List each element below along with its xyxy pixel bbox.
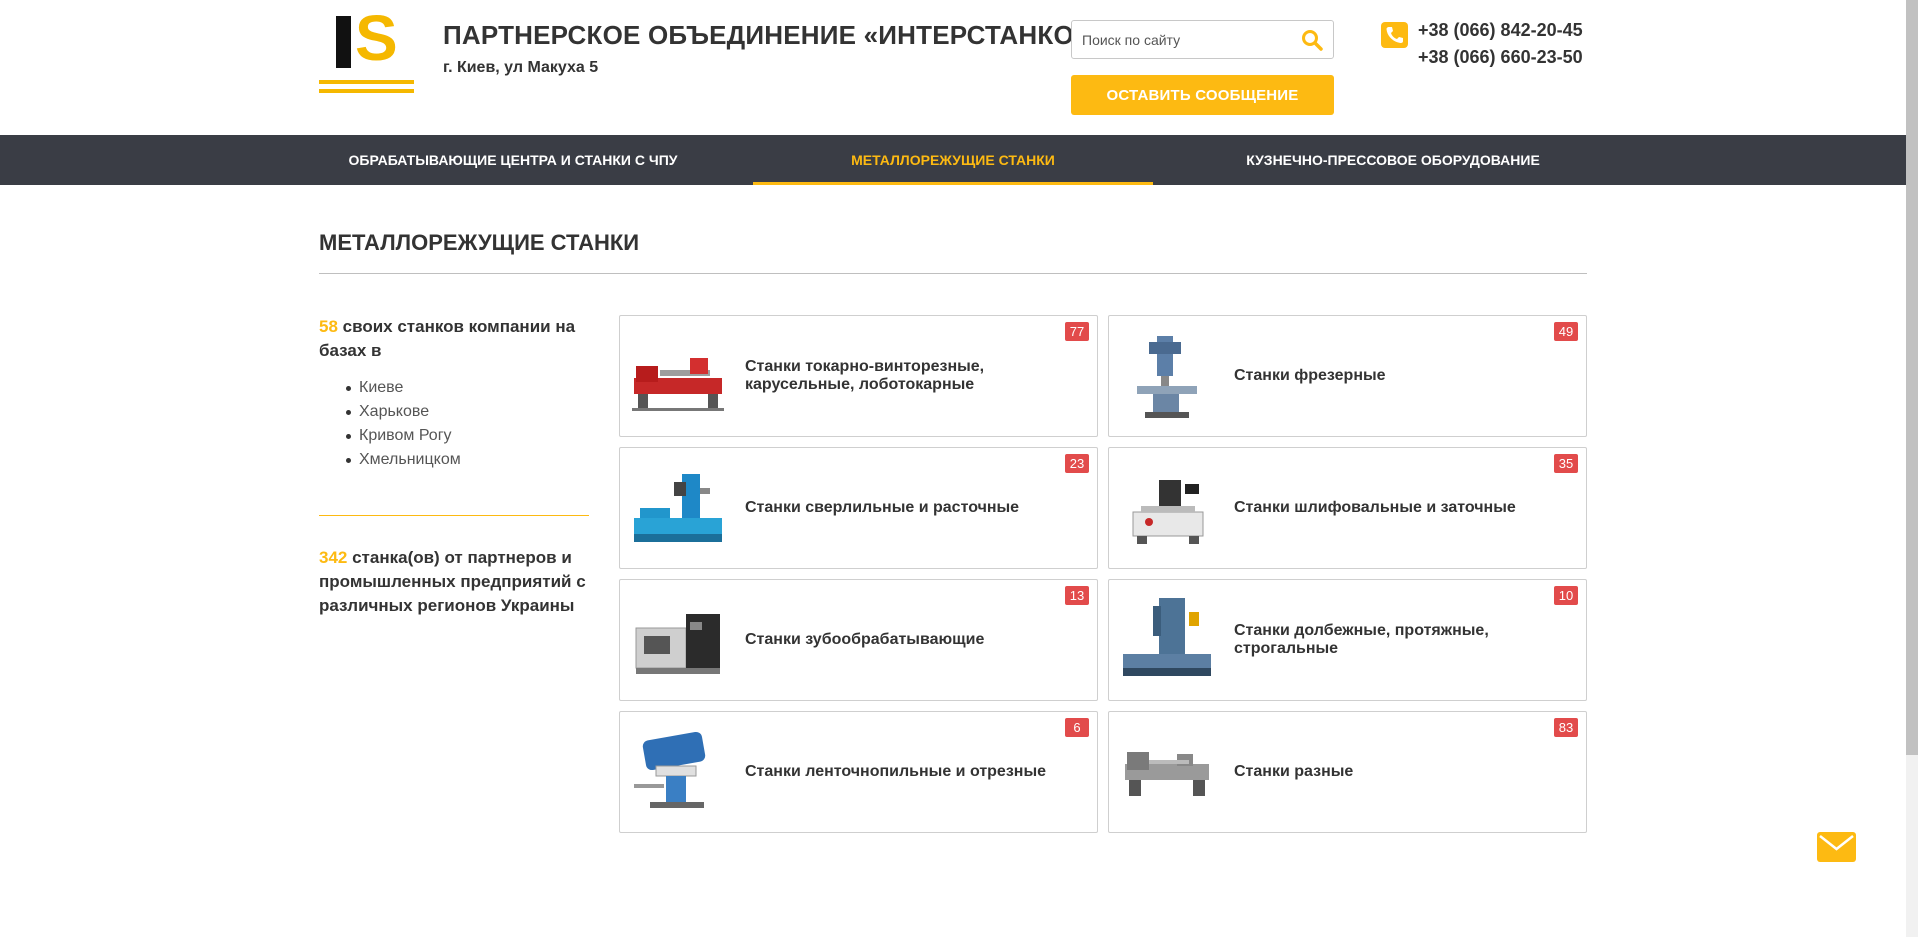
slotting-machine-image [1119,592,1215,688]
category-title: Станки ленточнопильные и отрезные [745,763,1046,780]
city-list: Киеве Харькове Кривом Рогу Хмельницком [343,376,461,472]
logo-letter-i [336,16,351,68]
nav-item-forging-press[interactable]: КУЗНЕЧНО-ПРЕССОВОЕ ОБОРУДОВАНИЕ [1228,135,1558,185]
main-nav: ОБРАБАТЫВАЮЩИЕ ЦЕНТРА И СТАНКИ С ЧПУ МЕТ… [0,135,1906,185]
own-stock-text: своих станков компании на базах в [319,317,576,360]
band-saw-machine-image [630,724,726,820]
category-title: Станки фрезерные [1234,367,1386,384]
count-badge: 49 [1554,322,1578,341]
logo-stripe [319,89,414,93]
count-badge: 35 [1554,454,1578,473]
own-stock-count: 58 [319,317,338,336]
logo-letter-s: S [355,2,398,74]
phone-number[interactable]: +38 (066) 660-23-50 [1418,47,1583,68]
drilling-machine-image [630,460,726,556]
site-address: г. Киев, ул Макуха 5 [443,59,599,76]
misc-machine-image [1119,724,1215,820]
partner-stock-text: станка(ов) от партнеров и промышленных п… [319,548,586,615]
category-title: Станки токарно-винторезные, карусельные,… [745,358,985,393]
list-item: Хмельницком [343,448,461,472]
list-item: Харькове [343,400,461,424]
list-item: Киеве [343,376,461,400]
count-badge: 83 [1554,718,1578,737]
category-card-misc[interactable]: Станки разные 83 [1108,711,1587,833]
phone-number[interactable]: +38 (066) 842-20-45 [1418,20,1583,41]
partner-stock-count: 342 [319,548,348,567]
search-box [1071,20,1334,59]
category-card-slotting[interactable]: Станки долбежные, протяжные, строгальные… [1108,579,1587,701]
count-badge: 77 [1065,322,1089,341]
count-badge: 23 [1065,454,1089,473]
leave-message-button[interactable]: ОСТАВИТЬ СООБЩЕНИЕ [1071,75,1334,115]
scrollbar-thumb[interactable] [1906,0,1918,755]
category-card-gear-cutting[interactable]: Станки зубообрабатывающие 13 [619,579,1098,701]
mail-icon[interactable] [1817,832,1856,862]
site-title: ПАРТНЕРСКОЕ ОБЪЕДИНЕНИЕ «ИНТЕРСТАНКО» [443,20,1089,50]
search-icon[interactable] [1301,29,1323,51]
page-title: МЕТАЛЛОРЕЖУЩИЕ СТАНКИ [319,230,640,255]
category-title: Станки долбежные, протяжные, строгальные [1234,622,1489,657]
category-title: Станки шлифовальные и заточные [1234,499,1516,516]
category-title: Станки разные [1234,763,1354,780]
grinding-machine-image [1119,460,1215,556]
gear-cutting-machine-image [630,592,726,688]
category-card-milling[interactable]: Станки фрезерные 49 [1108,315,1587,437]
category-title: Станки сверлильные и расточные [745,499,1020,516]
category-card-grinding[interactable]: Станки шлифовальные и заточные 35 [1108,447,1587,569]
lathe-machine-image [630,328,726,424]
category-card-drilling[interactable]: Станки сверлильные и расточные 23 [619,447,1098,569]
nav-item-metal-cutting[interactable]: МЕТАЛЛОРЕЖУЩИЕ СТАНКИ [753,135,1153,185]
site-logo[interactable]: S [319,6,414,96]
phone-icon [1381,22,1408,48]
partner-stock-summary: 342 станка(ов) от партнеров и промышленн… [319,546,609,618]
list-item: Кривом Рогу [343,424,461,448]
own-stock-summary: 58 своих станков компании на базах в [319,315,589,363]
milling-machine-image [1119,328,1215,424]
count-badge: 13 [1065,586,1089,605]
logo-stripe [319,80,414,84]
count-badge: 6 [1065,718,1089,737]
nav-item-cnc-centers[interactable]: ОБРАБАТЫВАЮЩИЕ ЦЕНТРА И СТАНКИ С ЧПУ [319,135,707,185]
divider [319,273,1587,274]
category-card-lathe[interactable]: Станки токарно-винторезные, карусельные,… [619,315,1098,437]
category-title: Станки зубообрабатывающие [745,631,985,648]
divider [319,515,589,516]
category-card-band-saw[interactable]: Станки ленточнопильные и отрезные 6 [619,711,1098,833]
page-scrollbar[interactable] [1906,0,1918,937]
site-header: S ПАРТНЕРСКОЕ ОБЪЕДИНЕНИЕ «ИНТЕРСТАНКО» … [0,0,1918,135]
count-badge: 10 [1554,586,1578,605]
search-input[interactable] [1082,30,1292,50]
